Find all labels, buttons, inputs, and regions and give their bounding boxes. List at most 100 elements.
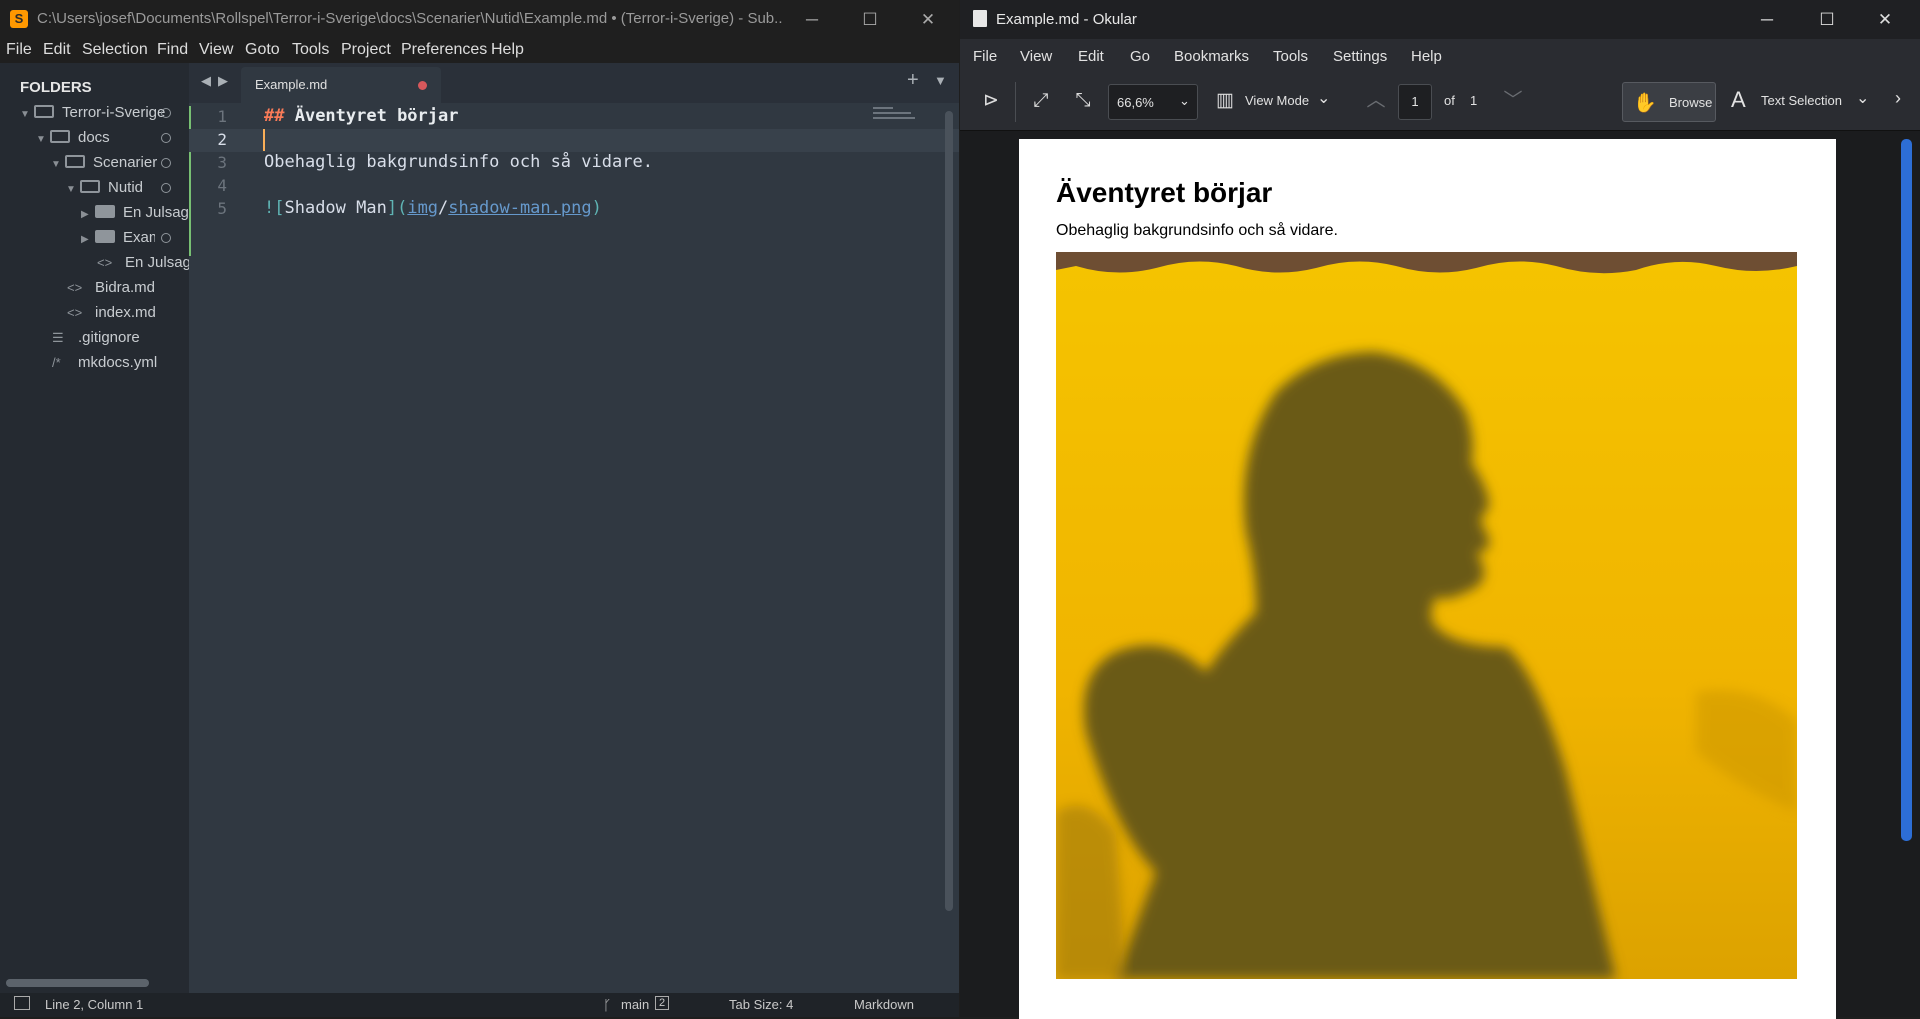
chevron-down-icon[interactable]: ▼ xyxy=(66,178,80,202)
document-viewport[interactable]: Äventyret börjar Obehaglig bakgrundsinfo… xyxy=(960,131,1920,1019)
menu-bookmarks[interactable]: Bookmarks xyxy=(1174,48,1249,65)
menu-find[interactable]: Find xyxy=(157,41,188,59)
zoom-select[interactable]: 66,6% ⌄ xyxy=(1108,84,1198,120)
tab-next-icon[interactable]: ▶ xyxy=(218,73,228,89)
menu-tools[interactable]: Tools xyxy=(292,41,329,59)
menu-goto[interactable]: Goto xyxy=(245,41,280,59)
sidebar-item-en-julsaga-folder[interactable]: ▶ En Julsaga xyxy=(81,201,189,225)
total-pages: 1 xyxy=(1470,93,1478,108)
sidebar-item-label: Example xyxy=(123,229,155,246)
shadow-man-image xyxy=(1056,252,1797,979)
tab-size[interactable]: Tab Size: 4 xyxy=(729,997,793,1012)
maximize-icon[interactable]: ☐ xyxy=(847,6,893,34)
tab-label: Example.md xyxy=(255,77,328,92)
fit-page-icon[interactable]: ⤡ xyxy=(1070,88,1096,114)
syntax-selector[interactable]: Markdown xyxy=(854,997,914,1012)
editor-vertical-scrollbar[interactable] xyxy=(945,111,953,911)
new-tab-icon[interactable]: + xyxy=(907,69,919,92)
text-select-icon[interactable]: A xyxy=(1731,87,1746,113)
view-mode-button[interactable]: View Mode xyxy=(1245,93,1309,108)
menu-help[interactable]: Help xyxy=(1411,48,1442,65)
menu-settings[interactable]: Settings xyxy=(1333,48,1387,65)
minimap[interactable] xyxy=(873,107,917,121)
menu-edit[interactable]: Edit xyxy=(1078,48,1104,65)
sidebar-item-label: .gitignore xyxy=(78,329,140,346)
chevron-down-icon[interactable]: ⌄ xyxy=(1317,88,1330,108)
close-icon[interactable]: ✕ xyxy=(905,6,951,34)
menu-view[interactable]: View xyxy=(199,41,233,59)
text-selection-button[interactable]: Text Selection xyxy=(1761,93,1842,108)
menu-tools[interactable]: Tools xyxy=(1273,48,1308,65)
sidebar-item-en-julsaga-file[interactable]: <> En Julsaga xyxy=(97,251,189,275)
document-icon xyxy=(973,10,987,27)
git-status-icon xyxy=(161,108,171,118)
fit-width-icon[interactable]: ⤢ xyxy=(1028,88,1054,114)
menu-project[interactable]: Project xyxy=(341,41,391,59)
next-page-icon[interactable]: ﹀ xyxy=(1500,88,1526,114)
chevron-right-icon[interactable]: ▶ xyxy=(81,203,95,225)
git-status-icon xyxy=(161,158,171,168)
sidebar-item-label: index.md xyxy=(95,304,156,321)
code-file-icon: <> xyxy=(97,255,113,270)
sidebar-item-label: mkdocs.yml xyxy=(78,354,158,371)
document-paragraph: Obehaglig bakgrundsinfo och så vidare. xyxy=(1056,222,1338,239)
chevron-down-icon[interactable]: ⌄ xyxy=(1856,88,1869,108)
sidebar-item-mkdocs[interactable]: /* mkdocs.yml xyxy=(52,351,157,375)
sidebar-item-example[interactable]: ▶ Example xyxy=(81,226,189,250)
git-branch-icon[interactable]: ᚴ xyxy=(603,997,611,1013)
zoom-value: 66,6% xyxy=(1117,95,1154,110)
chevron-right-icon[interactable]: › xyxy=(1895,88,1901,109)
line-number: 2 xyxy=(217,130,227,149)
unsaved-dot-icon[interactable] xyxy=(418,81,427,90)
git-branch-name[interactable]: main xyxy=(621,997,649,1012)
chevron-down-icon[interactable]: ▼ xyxy=(51,153,65,177)
minimize-icon[interactable]: ─ xyxy=(1744,6,1790,34)
sidebar-toggle-icon[interactable]: ⊳ xyxy=(978,88,1004,114)
browse-tool-button[interactable]: ✋ Browse xyxy=(1622,82,1716,122)
sidebar-item-gitignore[interactable]: ☰ .gitignore xyxy=(52,326,140,350)
image-url-dir[interactable]: img xyxy=(407,198,438,218)
sidebar-item-label: Terror-i-Sverige xyxy=(62,104,166,121)
maximize-icon[interactable]: ☐ xyxy=(1804,6,1850,34)
sidebar-item-bidra[interactable]: <> Bidra.md xyxy=(67,276,155,300)
menu-file[interactable]: File xyxy=(973,48,997,65)
chevron-right-icon[interactable]: ▶ xyxy=(81,228,95,250)
document-vertical-scrollbar[interactable] xyxy=(1901,139,1912,841)
view-mode-icon[interactable]: ▥ xyxy=(1212,88,1238,114)
sidebar-item-scenarier[interactable]: ▼ Scenarier xyxy=(51,151,171,177)
close-icon[interactable]: ✕ xyxy=(1862,6,1908,34)
previous-page-icon[interactable]: ︿ xyxy=(1363,88,1389,114)
code-editor[interactable]: 1 2 3 4 5 ## Äventyret börjar Obehaglig … xyxy=(189,103,959,993)
minimize-icon[interactable]: ─ xyxy=(789,6,835,34)
image-url-slash: / xyxy=(438,198,449,218)
menu-selection[interactable]: Selection xyxy=(82,41,148,59)
scrollbar-thumb[interactable] xyxy=(6,979,149,987)
sidebar-item-label: Bidra.md xyxy=(95,279,156,296)
page-number-input[interactable]: 1 xyxy=(1398,84,1432,120)
menu-help[interactable]: Help xyxy=(491,41,524,59)
chevron-down-icon[interactable]: ▼ xyxy=(36,128,50,152)
code-file-icon: <> xyxy=(67,280,83,295)
tab-example-md[interactable]: Example.md xyxy=(241,67,441,103)
sidebar-item-label: En Julsaga xyxy=(125,254,189,271)
sidebar-item-nutid[interactable]: ▼ Nutid xyxy=(66,176,171,202)
config-file-icon: /* xyxy=(52,355,61,370)
menu-view[interactable]: View xyxy=(1020,48,1052,65)
folder-icon xyxy=(95,230,115,243)
menu-go[interactable]: Go xyxy=(1130,48,1150,65)
menu-preferences[interactable]: Preferences xyxy=(401,41,487,59)
sidebar-item-index[interactable]: <> index.md xyxy=(67,301,156,325)
sidebar-item-terror-i-sverige[interactable]: ▼ Terror-i-Sverige xyxy=(20,101,189,125)
image-url-file[interactable]: shadow-man.png xyxy=(448,198,591,218)
tab-prev-icon[interactable]: ◀ xyxy=(201,73,211,89)
tab-menu-chevron-icon[interactable]: ▼ xyxy=(934,73,947,88)
menu-edit[interactable]: Edit xyxy=(43,41,71,59)
line-number: 5 xyxy=(217,199,227,218)
chevron-down-icon[interactable]: ▼ xyxy=(20,103,34,127)
sidebar-item-docs[interactable]: ▼ docs xyxy=(36,126,171,152)
okular-menubar: File View Edit Go Bookmarks Tools Settin… xyxy=(960,39,1920,74)
sidebar-horizontal-scrollbar[interactable] xyxy=(6,979,149,987)
sidebar-toggle-icon[interactable] xyxy=(14,996,30,1010)
okular-titlebar: Example.md - Okular ─ ☐ ✕ xyxy=(960,0,1920,39)
menu-file[interactable]: File xyxy=(6,41,32,59)
